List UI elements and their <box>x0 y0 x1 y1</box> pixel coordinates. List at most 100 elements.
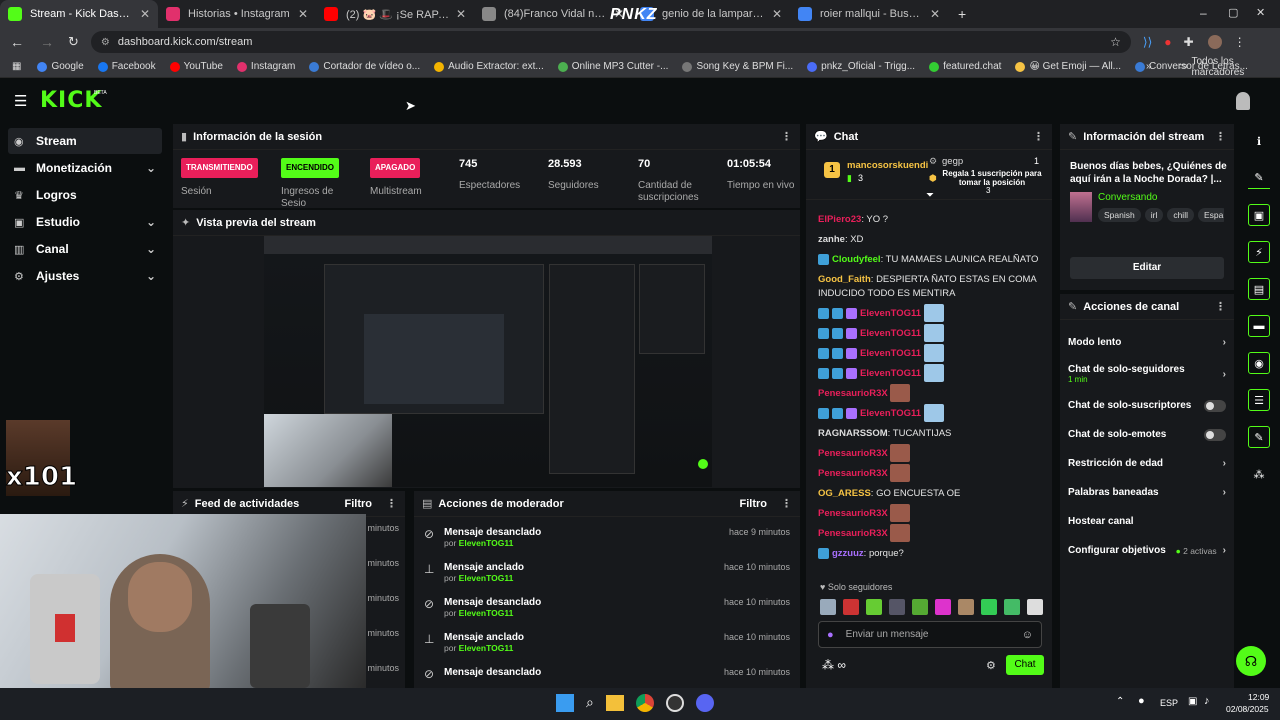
new-tab-icon[interactable]: + <box>958 6 966 22</box>
more-options-icon[interactable]: ⋮ <box>1215 300 1226 313</box>
browser-menu-icon[interactable]: ⋮ <box>1234 35 1246 49</box>
chat-username[interactable]: ElPiero23 <box>818 214 861 225</box>
expand-chevron-icon[interactable]: ⏷ <box>926 190 934 201</box>
emote-icon[interactable] <box>1004 599 1020 615</box>
emote-icon[interactable] <box>981 599 997 615</box>
network-icon[interactable]: ▣ <box>1188 696 1197 707</box>
more-options-icon[interactable]: ⋮ <box>781 130 792 143</box>
moderator-name[interactable]: ElevenTOG11 <box>459 643 514 653</box>
sidebar-item-canal[interactable]: ▥ Canal ⌄ <box>0 236 170 262</box>
moderator-name[interactable]: ElevenTOG11 <box>459 608 514 618</box>
close-window-icon[interactable]: ✕ <box>1256 6 1265 19</box>
more-options-icon[interactable]: ⋮ <box>781 497 792 510</box>
forward-icon[interactable]: → <box>40 34 54 50</box>
bookmark-item[interactable]: YouTube <box>169 61 223 72</box>
more-options-icon[interactable]: ⋮ <box>1215 130 1226 143</box>
stream-tag[interactable]: irl <box>1144 208 1164 222</box>
close-tab-icon[interactable]: ✕ <box>930 7 940 21</box>
apps-grid-icon[interactable]: ▦ <box>12 61 21 72</box>
category-name[interactable]: Conversando <box>1098 192 1157 203</box>
bookmark-item[interactable]: Instagram <box>236 61 295 72</box>
extension-icon[interactable]: ● <box>1164 35 1171 49</box>
search-icon[interactable]: ⌕ <box>586 694 594 712</box>
more-options-icon[interactable]: ⋮ <box>1033 130 1044 143</box>
stream-tag[interactable]: Spanish <box>1098 208 1141 222</box>
clock-time[interactable]: 12:09 <box>1248 692 1269 702</box>
emoji-picker-icon[interactable]: ☺ <box>1022 629 1033 641</box>
browser-tab[interactable]: roier mallqui - Buscar con Goo ✕ <box>790 0 948 28</box>
browser-tab[interactable]: Stream - Kick Dashboard ✕ <box>0 0 158 28</box>
channel-action-item[interactable]: Restricción de edad › <box>1060 449 1234 478</box>
emote-icon[interactable] <box>843 599 859 615</box>
chat-username[interactable]: Good_Faith <box>818 274 871 285</box>
gift-cta[interactable]: Regala 1 suscripción para tomar la posic… <box>941 169 1043 187</box>
channel-action-item[interactable]: Chat de solo-emotes <box>1060 420 1234 449</box>
clock-date[interactable]: 02/08/2025 <box>1226 704 1269 714</box>
emote-icon[interactable] <box>958 599 974 615</box>
chat-username[interactable]: gzzuuz <box>832 548 864 559</box>
moderator-name[interactable]: ElevenTOG11 <box>459 573 514 583</box>
emote-icon[interactable] <box>935 599 951 615</box>
site-info-icon[interactable]: ⚙ <box>101 37 110 48</box>
channel-action-item[interactable]: Chat de solo-suscriptores <box>1060 391 1234 420</box>
stack-icon[interactable]: ☰ <box>1248 389 1270 411</box>
close-tab-icon[interactable]: ✕ <box>140 7 150 21</box>
channel-action-item[interactable]: Hostear canal <box>1060 507 1234 536</box>
tray-overflow-icon[interactable]: ⌃ <box>1116 696 1124 707</box>
browser-tab[interactable]: (84)Franco Vidal no v· ✕ <box>474 0 632 28</box>
obs-icon[interactable] <box>665 694 684 712</box>
sidebar-item-monetización[interactable]: ▬ Monetización ⌄ <box>0 155 170 181</box>
screen-icon[interactable]: ▣ <box>1248 204 1270 226</box>
chat-settings-icon[interactable]: ⚙ <box>986 659 996 672</box>
mic-tray-icon[interactable]: ● <box>1138 695 1145 707</box>
profile-avatar[interactable] <box>1207 35 1222 49</box>
more-options-icon[interactable]: ⋮ <box>386 497 397 510</box>
stream-tag[interactable]: chill <box>1167 208 1194 222</box>
browser-tab[interactable]: Historias • Instagram ✕ <box>158 0 316 28</box>
hamburger-menu-icon[interactable]: ☰ <box>14 92 27 110</box>
all-bookmarks-folder[interactable]: ▭ Todos los marcadores <box>1178 56 1280 78</box>
bookmark-item[interactable]: Online MP3 Cutter -... <box>557 61 668 72</box>
edit-stream-button[interactable]: Editar <box>1070 257 1224 279</box>
bookmark-item[interactable]: pnkz_Oficial - Trigg... <box>807 61 915 72</box>
bookmark-item[interactable]: Facebook <box>97 61 156 72</box>
moderator-name[interactable]: ElevenTOG11 <box>459 538 514 548</box>
stream-tag[interactable]: Espa <box>1197 208 1224 222</box>
chat-username[interactable]: ElevenTOG11 <box>860 328 921 339</box>
chat-badges-icon[interactable]: ⁂ ∞ <box>822 658 846 672</box>
chat-username[interactable]: PenesaurioR3X <box>818 528 888 539</box>
chat-username[interactable]: PenesaurioR3X <box>818 508 888 519</box>
close-tab-icon[interactable]: ✕ <box>772 7 782 21</box>
top-gifter-name[interactable]: mancosorskuendi <box>847 160 928 171</box>
chat-input[interactable]: ● Enviar un mensaje ☺ <box>818 621 1042 648</box>
emote-icon[interactable] <box>912 599 928 615</box>
bookmark-item[interactable]: Cortador de vídeo o... <box>309 61 420 72</box>
chat-username[interactable]: RAGNARSSOM <box>818 428 888 439</box>
chat-username[interactable]: ElevenTOG11 <box>860 408 921 419</box>
address-bar[interactable]: ⚙ dashboard.kick.com/stream ☆ <box>90 31 1131 53</box>
reload-icon[interactable]: ↻ <box>68 34 79 50</box>
bookmark-star-icon[interactable]: ☆ <box>1110 35 1121 49</box>
more-bookmarks-icon[interactable]: » <box>1146 61 1152 72</box>
lightning-icon[interactable]: ⚡ <box>1248 241 1270 263</box>
close-tab-icon[interactable]: ✕ <box>456 7 466 21</box>
chat-username[interactable]: zanhe <box>818 234 845 245</box>
extension-icon[interactable]: ⟩⟩ <box>1143 35 1152 49</box>
toggle-switch[interactable] <box>1204 428 1226 441</box>
chat-username[interactable]: ElevenTOG11 <box>860 368 921 379</box>
stream-preview-video[interactable] <box>264 236 712 487</box>
info-icon[interactable]: ℹ <box>1248 130 1270 152</box>
bookmark-item[interactable]: Audio Extractor: ext... <box>434 61 544 72</box>
chat-username[interactable]: OG_ARESS <box>818 488 871 499</box>
browser-tab[interactable]: (2) 🐷 🎩 ¡Se RAPARÁN al cab ✕ <box>316 0 474 28</box>
user-avatar[interactable] <box>1236 92 1250 110</box>
broadcast-icon[interactable]: ◉ <box>1248 352 1270 374</box>
send-chat-button[interactable]: Chat <box>1006 655 1044 675</box>
language-indicator[interactable]: ESP <box>1160 698 1178 708</box>
chat-username[interactable]: PenesaurioR3X <box>818 468 888 479</box>
wrench-icon[interactable]: ✎ <box>1248 426 1270 448</box>
sidebar-item-estudio[interactable]: ▣ Estudio ⌄ <box>0 209 170 235</box>
emote-icon[interactable] <box>889 599 905 615</box>
chat-username[interactable]: Cloudyfeel <box>832 254 881 265</box>
bookmark-item[interactable]: featured.chat <box>929 61 1001 72</box>
